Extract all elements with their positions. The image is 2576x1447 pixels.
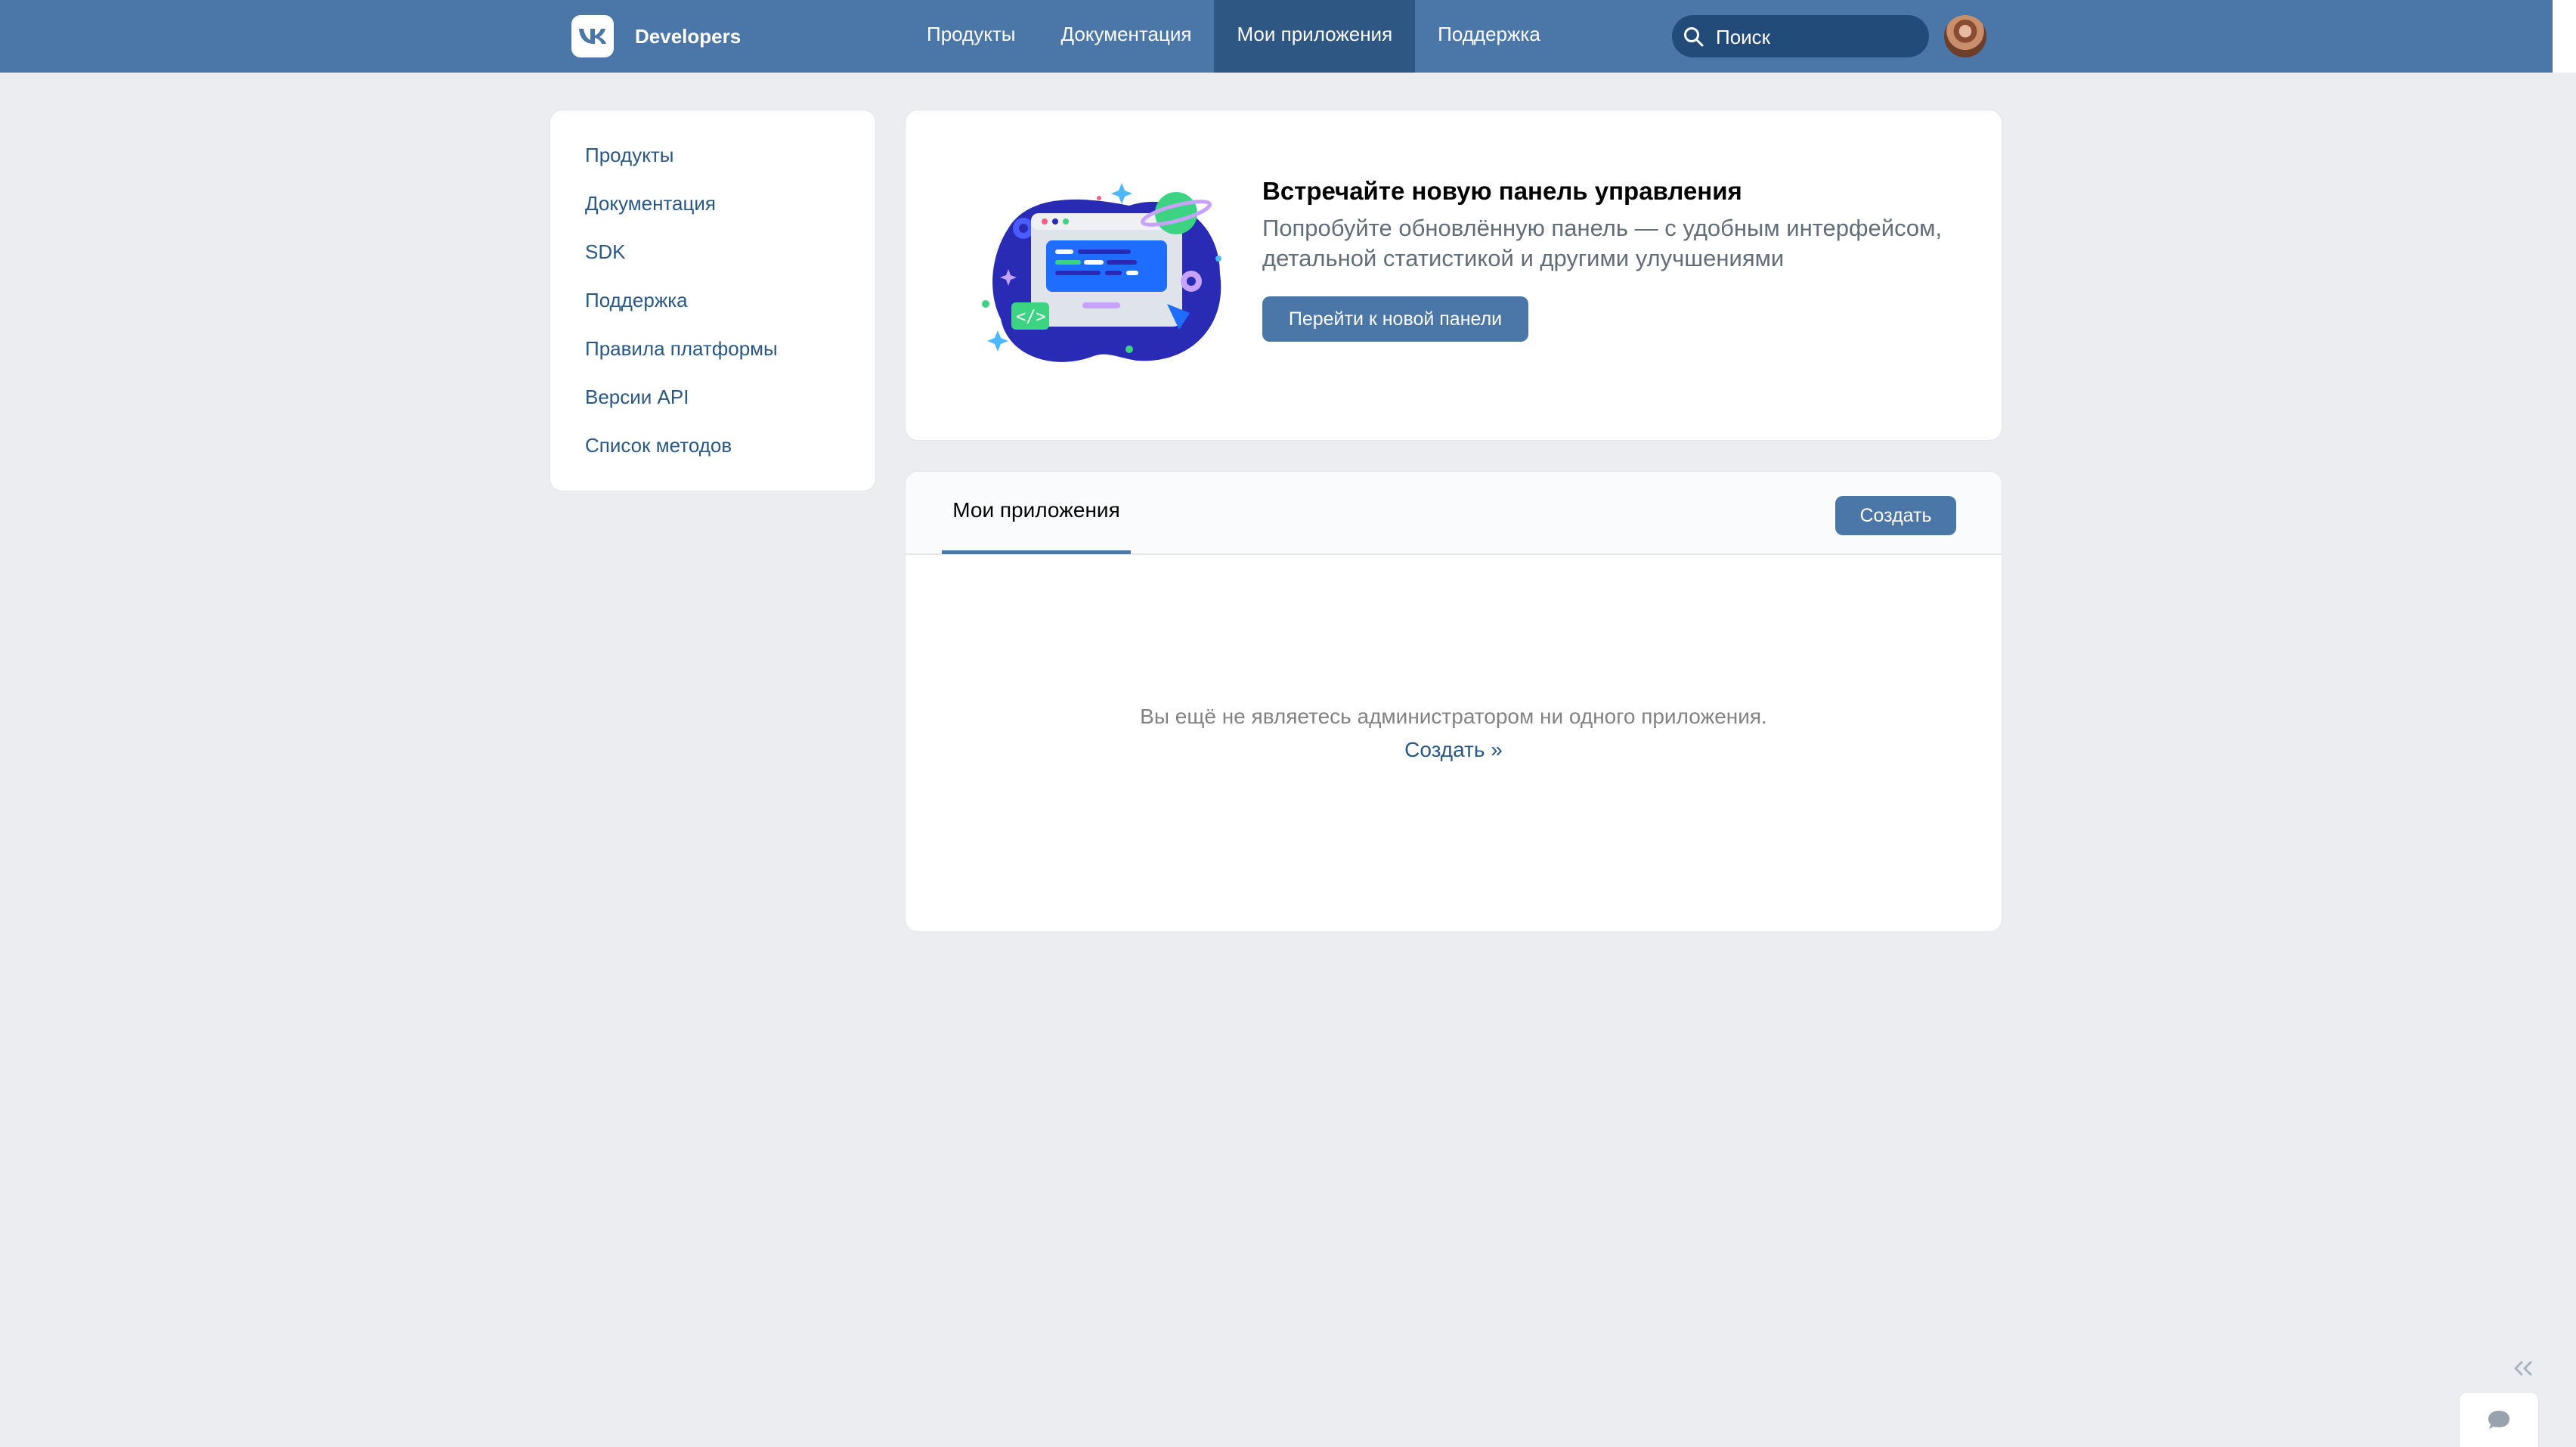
sidebar-item-methods-list[interactable]: Список методов (585, 430, 732, 460)
svg-text:</>: </> (1016, 308, 1046, 327)
chat-bubble-icon (2488, 1411, 2509, 1429)
search-box[interactable] (1672, 15, 1929, 57)
nav-item-docs[interactable]: Документация (1038, 0, 1214, 73)
go-to-new-panel-button[interactable]: Перейти к новой панели (1262, 296, 1528, 342)
sidebar-item-products[interactable]: Продукты (585, 140, 673, 170)
nav-item-my-apps[interactable]: Мои приложения (1214, 0, 1416, 73)
sidebar-item-sdk[interactable]: SDK (585, 237, 625, 267)
double-chevron-left-icon[interactable] (2508, 1353, 2538, 1383)
logo-text[interactable]: Developers (635, 21, 741, 51)
sidebar-item-support[interactable]: Поддержка (585, 285, 688, 315)
search-icon (1684, 27, 1704, 47)
nav-item-products[interactable]: Продукты (904, 0, 1038, 73)
my-apps-card: Мои приложения Создать Вы ещё не являете… (906, 472, 2002, 931)
create-app-link[interactable]: Создать » (1404, 738, 1503, 761)
chat-widget[interactable] (2460, 1393, 2538, 1447)
new-panel-illustration: </> (982, 183, 1221, 362)
sidebar-item-platform-rules[interactable]: Правила платформы (585, 333, 778, 364)
search-input[interactable] (1714, 21, 1921, 53)
sidebar: Продукты Документация SDK Поддержка Прав… (550, 110, 875, 491)
sidebar-item-api-versions[interactable]: Версии API (585, 382, 689, 412)
empty-state-link-wrapper: Создать » (906, 738, 2002, 762)
tab-active-indicator (942, 550, 1131, 554)
nav-item-support[interactable]: Поддержка (1415, 0, 1563, 73)
sidebar-item-docs[interactable]: Документация (585, 188, 716, 218)
main-nav: Продукты Документация Мои приложения Под… (904, 0, 1563, 73)
vk-logo-icon[interactable] (571, 15, 614, 57)
promo-card: </> Встречайте новую панель управления П… (906, 110, 2002, 440)
my-apps-header: Мои приложения Создать (906, 472, 2002, 555)
empty-state-text: Вы ещё не являетесь администратором ни о… (1140, 705, 1767, 728)
create-app-button[interactable]: Создать (1835, 496, 1956, 535)
promo-description: Попробуйте обновлённую панель — с удобны… (1262, 215, 1943, 271)
top-bar: Developers Продукты Документация Мои при… (0, 0, 2553, 73)
promo-title: Встречайте новую панель управления (1262, 177, 1742, 205)
avatar[interactable] (1944, 15, 1986, 57)
header-edge (2553, 0, 2576, 73)
tab-my-apps[interactable]: Мои приложения (942, 472, 1131, 553)
